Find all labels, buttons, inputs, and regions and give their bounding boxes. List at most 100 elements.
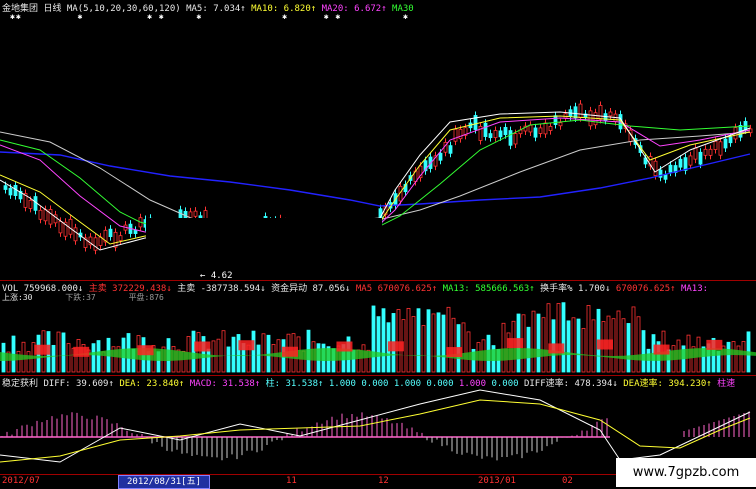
dea-value: 23.840↑ bbox=[146, 379, 185, 389]
volume-bar bbox=[56, 331, 61, 373]
volume-bar bbox=[561, 302, 566, 373]
volume-bar bbox=[426, 309, 431, 373]
volume-bar bbox=[581, 327, 586, 373]
candle-body bbox=[483, 122, 488, 137]
zhu-value: 31.538↑ bbox=[285, 379, 324, 389]
volume-bar bbox=[421, 325, 426, 373]
candle-body bbox=[703, 148, 708, 156]
volume-bar bbox=[96, 340, 101, 373]
candle-body bbox=[533, 127, 538, 138]
candle-body bbox=[503, 127, 508, 136]
volume-bar bbox=[466, 331, 471, 373]
dea-speed-value: 394.230↑ bbox=[668, 379, 712, 389]
volume-bar bbox=[381, 308, 386, 373]
zhumai2-value: -387738.594↓ bbox=[200, 284, 266, 294]
candle-body bbox=[513, 133, 518, 145]
macd-header: 稳定获利 DIFF: 39.609↑ DEA: 23.840↑ MACD: 31… bbox=[2, 376, 735, 389]
vol-ma5-label: MA5 bbox=[355, 284, 373, 294]
date-label-6: 02 bbox=[562, 476, 573, 486]
money-flow-spike bbox=[548, 343, 565, 354]
volume-bar bbox=[91, 343, 96, 373]
volume-bar bbox=[736, 345, 741, 373]
candle-body bbox=[678, 158, 683, 168]
volume-bar bbox=[641, 330, 646, 373]
volume-subheader: 上涨:30 下跌:37 平盘:876 bbox=[2, 292, 164, 303]
turnover-value: 1.700↓ bbox=[577, 284, 611, 294]
money-flow-spike bbox=[34, 344, 51, 355]
candle-body bbox=[578, 103, 583, 118]
flag-value-5: 1.000 bbox=[458, 379, 487, 389]
volume-bar bbox=[446, 306, 451, 373]
volume-bar bbox=[441, 314, 446, 373]
volume-bar bbox=[66, 343, 71, 373]
candle-body bbox=[3, 185, 8, 190]
vol-ma5-value: 670076.625↑ bbox=[377, 284, 438, 294]
down-count: 下跌:37 bbox=[65, 293, 96, 302]
candle-body bbox=[498, 130, 503, 138]
volume-bar bbox=[621, 318, 626, 373]
money-flow-spike bbox=[596, 339, 613, 350]
candle-body bbox=[108, 228, 113, 238]
money-flow-spike bbox=[336, 341, 353, 352]
candle-body bbox=[453, 128, 458, 142]
candle-body bbox=[93, 237, 98, 251]
vol-extra-value: 670076.625↑ bbox=[615, 284, 676, 294]
volume-bar bbox=[191, 330, 196, 373]
candle-body bbox=[438, 152, 443, 161]
volume-bar bbox=[541, 317, 546, 373]
volume-bar bbox=[586, 305, 591, 373]
indicator-name[interactable]: 稳定获利 bbox=[2, 379, 38, 389]
candle-body bbox=[688, 155, 693, 166]
money-flow-spike bbox=[238, 340, 255, 351]
candle-body bbox=[668, 164, 673, 173]
candle-body bbox=[8, 187, 13, 196]
macd-value: 31.538↑ bbox=[222, 379, 261, 389]
candle-body bbox=[713, 140, 718, 150]
ma30-line bbox=[0, 119, 751, 229]
vol-extra-label: MA13: bbox=[680, 284, 709, 294]
volume-bar bbox=[271, 344, 276, 373]
volume-bar bbox=[206, 348, 211, 373]
volume-bar bbox=[406, 307, 411, 373]
volume-bar bbox=[251, 330, 256, 373]
volume-bar bbox=[531, 310, 536, 373]
macd-label: MACD: bbox=[189, 379, 217, 389]
volume-bar bbox=[431, 313, 436, 373]
candle-body bbox=[133, 229, 138, 234]
volume-bar bbox=[461, 322, 466, 373]
candle-body bbox=[193, 210, 198, 217]
money-flow-spike bbox=[446, 347, 463, 358]
money-flow-spike bbox=[282, 346, 299, 357]
tail-label: 柱速 bbox=[717, 379, 736, 389]
price-chart[interactable] bbox=[0, 0, 756, 487]
money-flow-spike bbox=[137, 345, 154, 356]
candle-body bbox=[538, 127, 543, 134]
vol-ma13-label: MA13: bbox=[442, 284, 470, 294]
money-flow-spike bbox=[73, 346, 90, 357]
ma60-line bbox=[0, 151, 751, 207]
candle-body bbox=[113, 231, 118, 248]
volume-bar bbox=[626, 323, 631, 373]
volume-bar bbox=[256, 344, 261, 373]
candle-body bbox=[543, 122, 548, 135]
volume-bar bbox=[26, 351, 31, 373]
volume-bar bbox=[261, 333, 266, 373]
volume-bar bbox=[731, 341, 736, 373]
volume-bar bbox=[226, 346, 231, 373]
candle-body bbox=[558, 122, 563, 127]
candle-body bbox=[708, 148, 713, 156]
dea-label: DEA: bbox=[119, 379, 141, 389]
volume-bar bbox=[556, 303, 561, 373]
volume-bar bbox=[631, 306, 636, 373]
candle-body bbox=[68, 218, 73, 235]
volume-bar bbox=[576, 318, 581, 373]
diff-label: DIFF: bbox=[43, 379, 71, 389]
flag-value-6: 0.000 bbox=[491, 379, 519, 389]
candle-body bbox=[508, 130, 513, 146]
candle-body bbox=[48, 209, 53, 225]
volume-bar bbox=[266, 334, 271, 373]
candle-body bbox=[448, 145, 453, 154]
candle-body bbox=[73, 227, 78, 242]
date-label-3: 11 bbox=[286, 476, 297, 486]
volume-bar bbox=[436, 312, 441, 373]
